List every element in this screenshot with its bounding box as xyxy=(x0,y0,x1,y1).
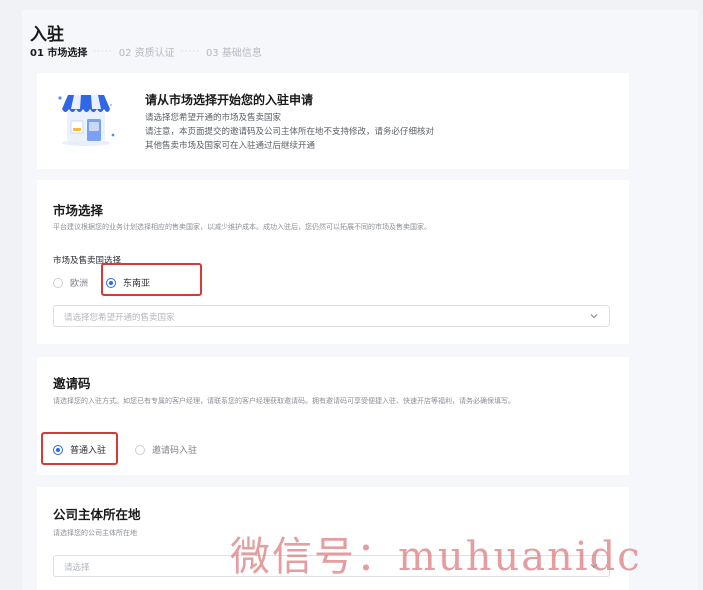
chevron-down-icon xyxy=(590,564,598,569)
step-qualification[interactable]: 02 资质认证 xyxy=(119,44,175,59)
store-illustration-icon xyxy=(58,95,115,146)
highlight-southeast-asia xyxy=(101,263,202,296)
intro-card: 请从市场选择开始您的入驻申请 请选择您希望开通的市场及售卖国家 请注意，本页面提… xyxy=(37,73,629,169)
invite-code-card: 邀请码 请选择您的入驻方式。如您已有专属的客户经理，请联系您的客户经理获取邀请码… xyxy=(37,357,629,475)
market-section-desc: 平台建议根据您的业务计划选择相应的售卖国家，以减少维护成本。成功入驻后，您仍然可… xyxy=(53,223,431,231)
step-separator: ····· xyxy=(180,46,200,57)
radio-invite-code-entry[interactable]: 邀请码入驻 xyxy=(135,443,197,456)
radio-label: 邀请码入驻 xyxy=(152,446,198,456)
select-placeholder: 请选择您希望开通的售卖国家 xyxy=(64,313,175,323)
intro-line: 请注意，本页面提交的邀请码及公司主体所在地不支持修改，请务必仔细核对 xyxy=(145,127,435,137)
step-market[interactable]: 01 市场选择 xyxy=(30,44,87,59)
radio-europe[interactable]: 欧洲 xyxy=(53,276,88,289)
intro-title: 请从市场选择开始您的入驻申请 xyxy=(145,93,314,107)
company-location-card: 公司主体所在地 请选择您的公司主体所在地 请选择 xyxy=(37,487,629,590)
radio-label: 欧洲 xyxy=(70,279,89,289)
step-indicator: 01 市场选择 ····· 02 资质认证 ····· 03 基础信息 xyxy=(30,44,262,60)
invite-section-title: 邀请码 xyxy=(53,376,91,391)
intro-line: 请选择您希望开通的市场及售卖国家 xyxy=(145,113,282,123)
step-separator: ····· xyxy=(93,46,113,57)
market-section-title: 市场选择 xyxy=(53,203,104,218)
company-location-select[interactable]: 请选择 xyxy=(53,555,610,577)
highlight-normal-entry xyxy=(41,432,118,465)
radio-circle xyxy=(53,277,63,288)
market-selection-card: 市场选择 平台建议根据您的业务计划选择相应的售卖国家，以减少维护成本。成功入驻后… xyxy=(37,180,629,344)
sales-country-select[interactable]: 请选择您希望开通的售卖国家 xyxy=(53,305,610,327)
radio-circle xyxy=(135,444,145,455)
intro-line: 其他售卖市场及国家可在入驻通过后继续开通 xyxy=(145,141,316,151)
chevron-down-icon xyxy=(590,314,598,319)
select-placeholder: 请选择 xyxy=(64,563,90,573)
company-section-title: 公司主体所在地 xyxy=(53,507,141,522)
step-basic-info[interactable]: 03 基础信息 xyxy=(206,44,262,59)
page-title: 入驻 xyxy=(30,25,64,45)
invite-section-desc: 请选择您的入驻方式。如您已有专属的客户经理，请联系您的客户经理获取邀请码。拥有邀… xyxy=(53,397,515,405)
company-section-desc: 请选择您的公司主体所在地 xyxy=(53,529,137,537)
